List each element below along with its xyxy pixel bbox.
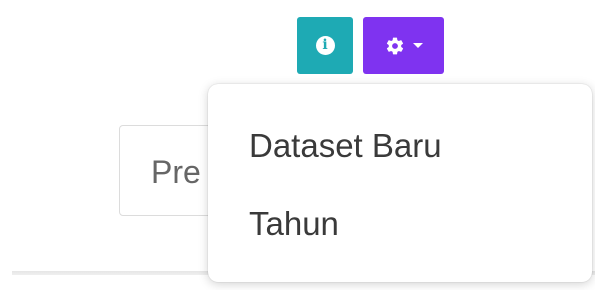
page: i Pre Dataset Baru Tahun [0, 0, 595, 290]
info-button[interactable]: i [297, 17, 353, 74]
chevron-down-icon [412, 43, 423, 48]
search-input-value: Pre [151, 154, 201, 190]
menu-item-tahun[interactable]: Tahun [208, 186, 592, 264]
settings-dropdown-menu: Dataset Baru Tahun [208, 84, 592, 282]
toolbar: i [297, 17, 444, 74]
settings-dropdown-button[interactable] [363, 17, 444, 74]
info-icon: i [315, 36, 335, 55]
menu-item-dataset-baru[interactable]: Dataset Baru [208, 108, 592, 186]
gear-icon [385, 36, 405, 56]
